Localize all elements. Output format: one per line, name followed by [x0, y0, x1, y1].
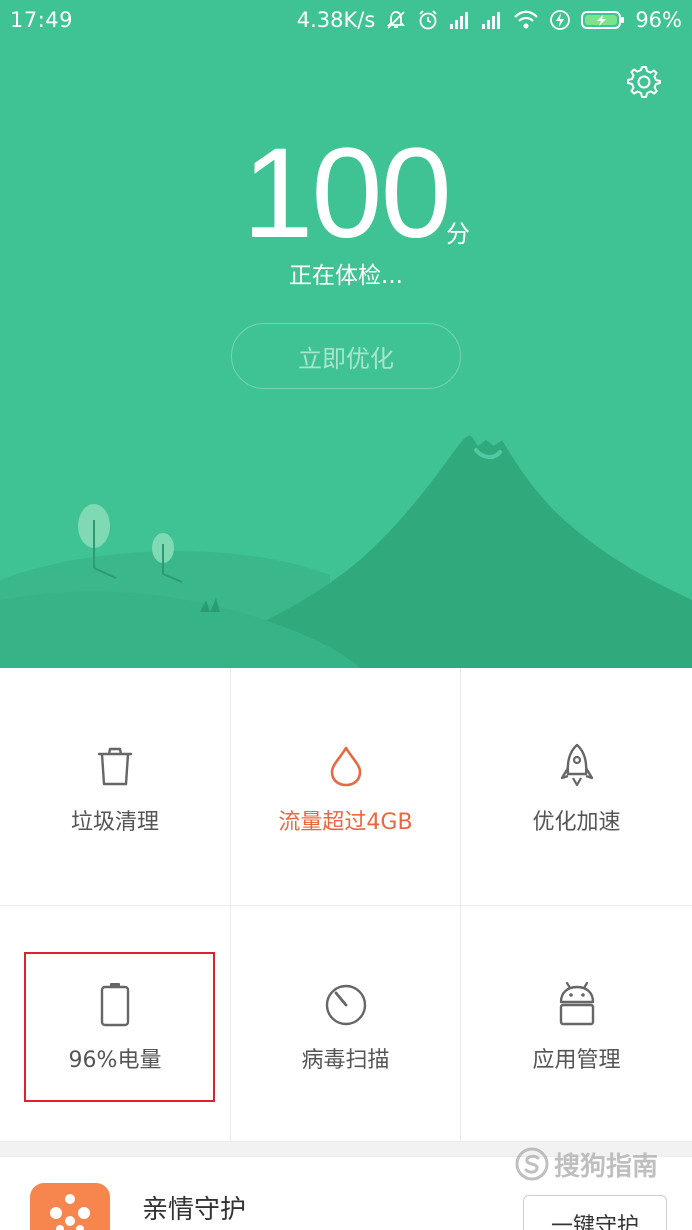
battery-icon: [581, 9, 625, 31]
battery-percent: 96%: [635, 8, 682, 32]
alarm-icon: [417, 9, 439, 31]
optimize-now-button[interactable]: 立即优化: [231, 323, 461, 389]
signal-icon: [481, 10, 503, 30]
grid-item-label: 流量超过4GB: [278, 810, 413, 835]
hero-panel: 17:49 4.38K/s 96% 100 分 正在体检... 立即优化: [0, 0, 692, 668]
scan-icon: [322, 980, 370, 1028]
grid-item-label: 垃圾清理: [70, 810, 159, 835]
watermark: 搜狗指南: [514, 1144, 684, 1184]
wifi-icon: [513, 10, 539, 30]
drop-icon: [322, 742, 370, 790]
sogou-logo-icon: [515, 1147, 549, 1181]
settings-button[interactable]: [624, 62, 664, 102]
one-click-guard-button[interactable]: 一键守护: [523, 1195, 667, 1230]
rocket-icon: [553, 742, 601, 790]
highlight-box: [24, 952, 215, 1102]
trash-icon: [91, 742, 139, 790]
family-guard-icon: [30, 1183, 110, 1230]
grid-item-junk-clean[interactable]: 垃圾清理: [0, 668, 231, 906]
grid-item-battery[interactable]: 96%电量: [0, 906, 231, 1142]
mute-bell-icon: [385, 9, 407, 31]
grid-item-app-management[interactable]: 应用管理: [461, 906, 692, 1142]
watermark-text: 搜狗指南: [554, 1151, 659, 1182]
grid-item-virus-scan[interactable]: 病毒扫描: [231, 906, 461, 1142]
family-guard-title: 亲情守护: [142, 1195, 247, 1225]
scan-status: 正在体检...: [289, 263, 403, 289]
status-bar: 17:49 4.38K/s 96%: [0, 0, 692, 40]
grid-item-label: 病毒扫描: [301, 1048, 390, 1073]
grid-item-label: 优化加速: [532, 810, 621, 835]
health-score: 100: [242, 122, 452, 265]
feature-grid: 垃圾清理 流量超过4GB 优化加速 96%电量 病毒扫描 应用管理: [0, 668, 692, 1142]
android-icon: [553, 980, 601, 1028]
signal-icon: [449, 10, 471, 30]
grid-item-data-usage[interactable]: 流量超过4GB: [231, 668, 461, 906]
score-section: 100: [0, 130, 692, 258]
status-time: 17:49: [10, 8, 74, 32]
network-speed: 4.38K/s: [296, 8, 376, 32]
gear-icon: [627, 66, 661, 98]
grid-item-speed-up[interactable]: 优化加速: [461, 668, 692, 906]
grid-item-label: 应用管理: [532, 1048, 621, 1073]
charging-icon: [549, 9, 571, 31]
score-unit: 分: [446, 220, 470, 248]
